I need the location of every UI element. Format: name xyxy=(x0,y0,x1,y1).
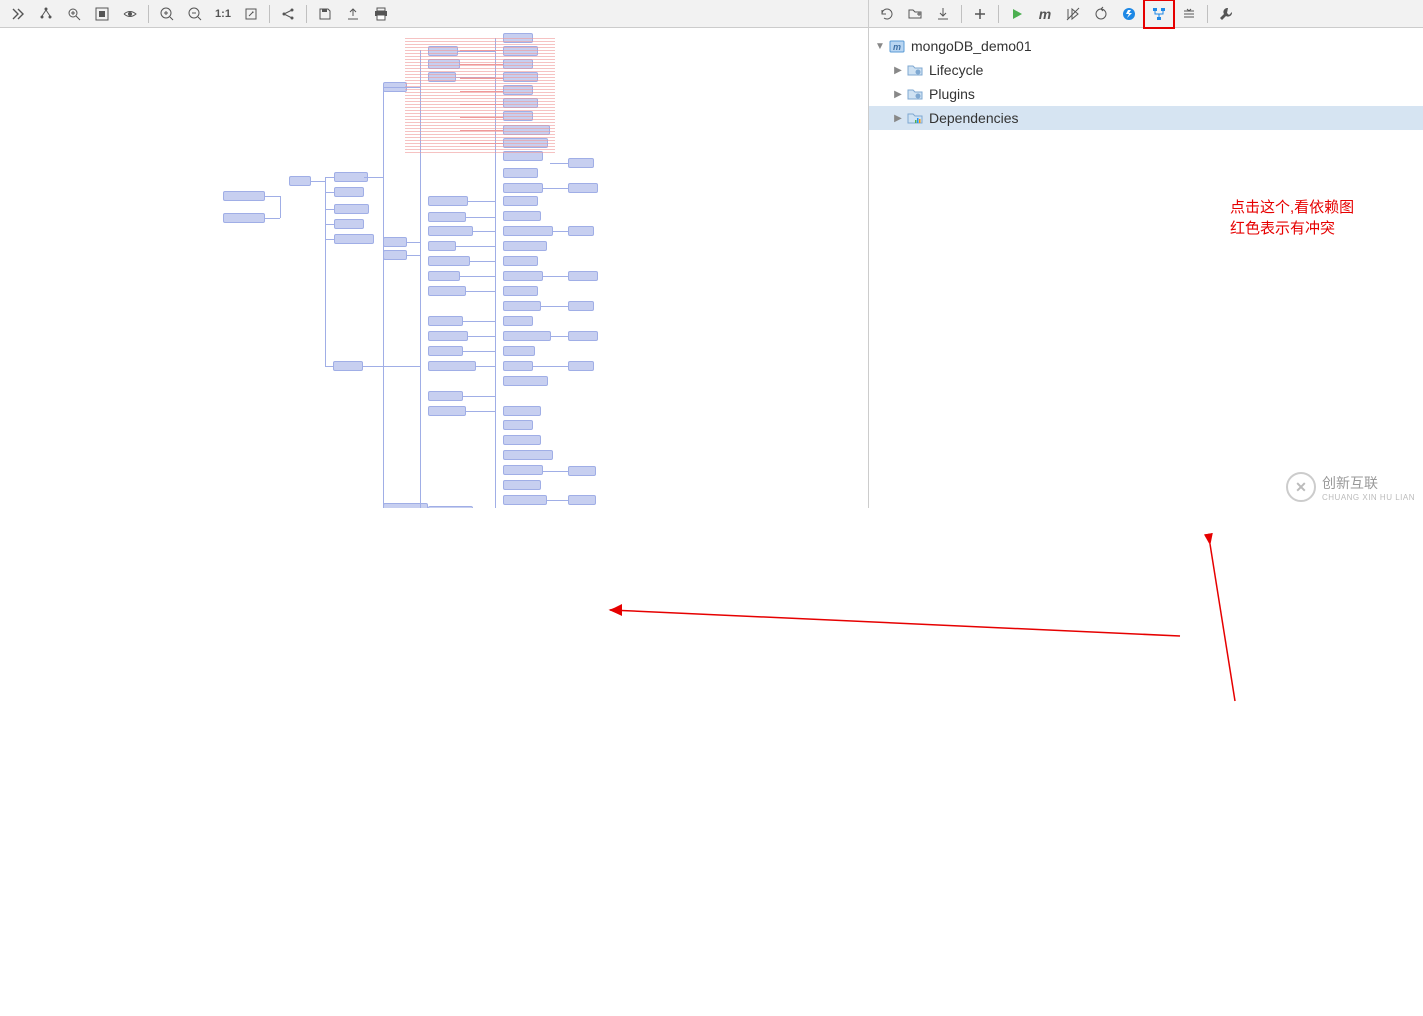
separator xyxy=(306,5,307,23)
separator xyxy=(1207,5,1208,23)
zoom-out-icon[interactable] xyxy=(181,2,209,26)
chevron-down-icon[interactable]: ▼ xyxy=(873,39,887,53)
tree-root[interactable]: ▼ m mongoDB_demo01 xyxy=(869,34,1423,58)
watermark-logo: ✕ xyxy=(1286,472,1316,502)
offline-mode-icon[interactable] xyxy=(1115,2,1143,26)
show-dependencies-button[interactable] xyxy=(1143,0,1175,29)
tree-item-plugins[interactable]: ▶ Plugins xyxy=(869,82,1423,106)
print-icon[interactable] xyxy=(367,2,395,26)
download-icon[interactable] xyxy=(929,2,957,26)
collapse-icon[interactable] xyxy=(1175,2,1203,26)
expand-icon[interactable] xyxy=(4,2,32,26)
graph-toolbar: 1:1 xyxy=(0,0,868,28)
save-icon[interactable] xyxy=(311,2,339,26)
skip-tests-icon[interactable] xyxy=(1059,2,1087,26)
dependency-graph[interactable] xyxy=(0,28,868,508)
chevron-right-icon[interactable]: ▶ xyxy=(891,111,905,125)
separator xyxy=(998,5,999,23)
tree-item-label: Dependencies xyxy=(929,110,1019,126)
folder-bars-icon xyxy=(907,110,923,126)
left-panel: 1:1 xyxy=(0,0,869,508)
folder-gear-icon xyxy=(907,86,923,102)
annotation-text: 点击这个,看依赖图 红色表示有冲突 xyxy=(1230,197,1354,239)
plus-icon[interactable] xyxy=(966,2,994,26)
tree-item-lifecycle[interactable]: ▶ Lifecycle xyxy=(869,58,1423,82)
tree-item-label: Lifecycle xyxy=(929,62,983,78)
zoom-in-icon[interactable] xyxy=(153,2,181,26)
folder-plus-icon[interactable] xyxy=(901,2,929,26)
tree-item-dependencies[interactable]: ▶ Dependencies xyxy=(869,106,1423,130)
watermark-brand: 创新互联 xyxy=(1322,473,1415,493)
maven-project-icon: m xyxy=(889,38,905,54)
right-panel: m ▼ m mongoDB_demo01 ▶ Lifecycle ▶ xyxy=(869,0,1423,508)
separator xyxy=(961,5,962,23)
wrench-icon[interactable] xyxy=(1212,2,1240,26)
separator xyxy=(269,5,270,23)
folder-gear-icon xyxy=(907,62,923,78)
zoom-region-icon[interactable] xyxy=(60,2,88,26)
svg-text:m: m xyxy=(893,42,901,52)
share-icon[interactable] xyxy=(274,2,302,26)
annotation-arrows xyxy=(0,508,1423,1016)
watermark-sub: CHUANG XIN HU LIAN xyxy=(1322,493,1415,502)
chevron-right-icon[interactable]: ▶ xyxy=(891,63,905,77)
run-icon[interactable] xyxy=(1003,2,1031,26)
annotation-line-2: 红色表示有冲突 xyxy=(1230,218,1354,239)
fit-icon[interactable] xyxy=(88,2,116,26)
refresh-icon[interactable] xyxy=(873,2,901,26)
group-icon[interactable] xyxy=(32,2,60,26)
maven-toolbar: m xyxy=(869,0,1423,28)
chevron-right-icon[interactable]: ▶ xyxy=(891,87,905,101)
eye-icon[interactable] xyxy=(116,2,144,26)
tree-root-label: mongoDB_demo01 xyxy=(911,38,1032,54)
m-icon[interactable]: m xyxy=(1031,2,1059,26)
watermark: ✕ 创新互联 CHUANG XIN HU LIAN xyxy=(1286,472,1415,502)
cycle-icon[interactable] xyxy=(1087,2,1115,26)
project-tree: ▼ m mongoDB_demo01 ▶ Lifecycle ▶ Plugins… xyxy=(869,28,1423,136)
tree-item-label: Plugins xyxy=(929,86,975,102)
export-icon[interactable] xyxy=(339,2,367,26)
one-to-one-icon[interactable]: 1:1 xyxy=(209,2,237,26)
separator xyxy=(148,5,149,23)
scale-icon[interactable] xyxy=(237,2,265,26)
annotation-line-1: 点击这个,看依赖图 xyxy=(1230,197,1354,218)
